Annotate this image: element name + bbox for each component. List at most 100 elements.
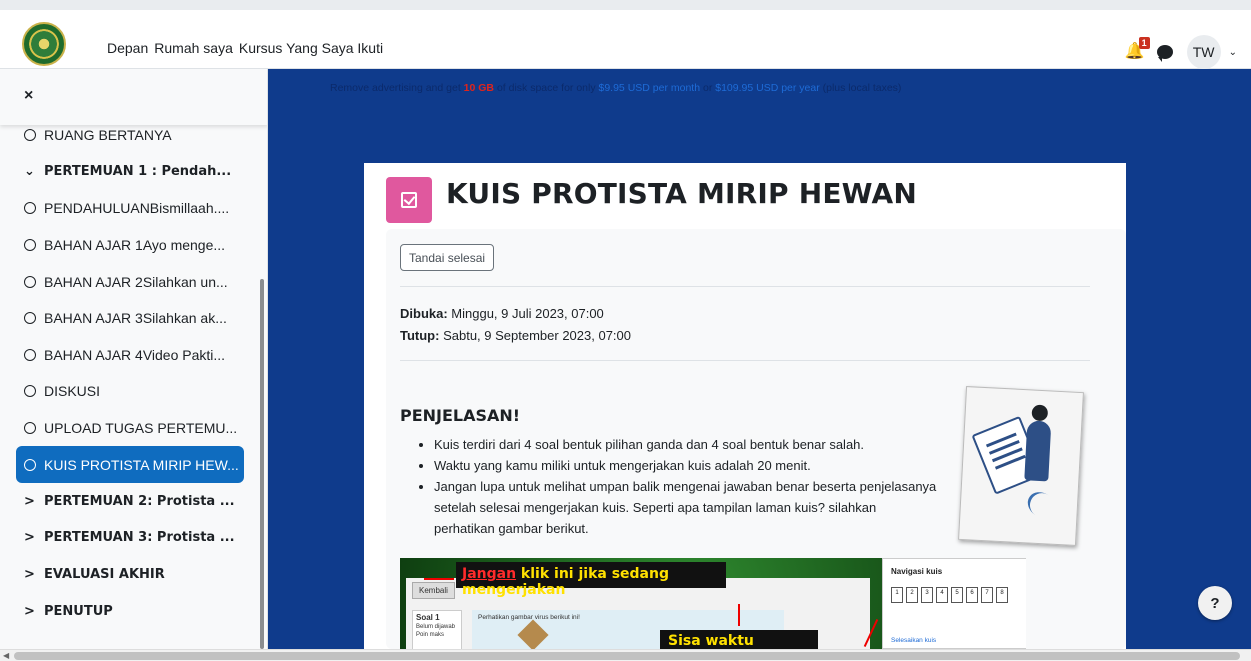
chevron-right-icon[interactable]: >: [24, 530, 36, 545]
quiz-activity-icon: [386, 177, 432, 223]
list-item: Kuis terdiri dari 4 soal bentuk pilihan …: [434, 434, 938, 455]
activity-circle-icon: [24, 239, 36, 252]
messages-chat-icon[interactable]: [1156, 45, 1173, 62]
example-nav-box: 1: [891, 587, 903, 603]
primary-navigation: Depan Rumah saya Kursus Yang Saya Ikuti: [107, 40, 383, 56]
activity-circle-icon: [24, 422, 36, 435]
example-nav-title: Navigasi kuis: [891, 567, 943, 576]
sidebar-item-label: PERTEMUAN 2: Protista ...: [44, 493, 235, 509]
example-finish-link: Selesaikan kuis: [891, 637, 937, 644]
sidebar-item-label: PENDAHULUANBismillaah....: [44, 200, 230, 217]
chevron-right-icon[interactable]: >: [24, 494, 36, 509]
sidebar-item-label: EVALUASI AKHIR: [44, 566, 165, 582]
explanation-heading: PENJELASAN!: [400, 406, 521, 425]
sidebar-item-label: PENUTUP: [44, 603, 113, 619]
activity-card: KUIS PROTISTA MIRIP HEWAN Tandai selesai…: [364, 163, 1126, 649]
sidebar-item-label: RUANG BERTANYA: [44, 127, 172, 144]
explanation-list: Kuis terdiri dari 4 soal bentuk pilihan …: [418, 434, 938, 539]
sidebar-item-bahan-ajar-2[interactable]: BAHAN AJAR 2Silahkan un...: [0, 263, 260, 300]
ad-text: (plus local taxes): [819, 82, 902, 94]
nav-link-rumah-saya[interactable]: Rumah saya: [154, 40, 233, 56]
example-nav-box: 6: [966, 587, 978, 603]
sidebar-item-kuis-protista-active[interactable]: KUIS PROTISTA MIRIP HEW...: [16, 446, 244, 483]
scroll-left-arrow-icon[interactable]: ◀: [3, 651, 9, 660]
sidebar-item-label: PERTEMUAN 3: Protista ...: [44, 530, 235, 546]
list-item: Jangan lupa untuk melihat umpan balik me…: [434, 476, 938, 539]
activity-circle-icon: [24, 129, 36, 142]
ad-text: of disk space for only: [494, 82, 599, 94]
ad-monthly-link[interactable]: $9.95 USD per month: [599, 82, 701, 94]
sidebar-item-bahan-ajar-1[interactable]: BAHAN AJAR 1Ayo menge...: [0, 227, 260, 264]
example-nav-box: 3: [921, 587, 933, 603]
example-nav-box: 8: [996, 587, 1008, 603]
example-back-button: Kembali: [412, 582, 455, 599]
horizontal-scrollbar[interactable]: ◀: [0, 649, 1251, 661]
nav-link-depan[interactable]: Depan: [107, 40, 148, 56]
sidebar-item-label: PERTEMUAN 1 : Pendah...: [44, 164, 232, 180]
sidebar-item-diskusi[interactable]: DISKUSI: [0, 373, 260, 410]
activity-circle-icon: [24, 458, 36, 471]
example-soal-title: Soal 1: [416, 613, 440, 622]
example-question-info: Soal 1 Belum dijawab Poin maks: [412, 610, 462, 649]
scrollbar-thumb[interactable]: [14, 652, 1240, 660]
closed-value: Sabtu, 9 September 2023, 07:00: [439, 328, 631, 343]
user-avatar[interactable]: TW: [1186, 35, 1221, 69]
divider: [400, 286, 1090, 287]
example-nav-box: 4: [936, 587, 948, 603]
example-warning-label: Jangan klik ini jika sedang mengerjakan: [456, 562, 726, 598]
opened-value: Minggu, 9 Juli 2023, 07:00: [447, 306, 604, 321]
sidebar-item-label: KUIS PROTISTA MIRIP HEW...: [44, 456, 239, 473]
red-arrow: [738, 604, 740, 626]
sidebar-section-pertemuan-2[interactable]: > PERTEMUAN 2: Protista ...: [0, 483, 260, 520]
example-warning-red: Jangan: [462, 566, 517, 582]
example-time-label: Sisa waktu pengerjaan: [660, 630, 818, 649]
ad-yearly-link[interactable]: $109.95 USD per year: [715, 82, 819, 94]
example-soal-points: Poin maks: [416, 632, 445, 638]
activity-dates: Dibuka: Minggu, 9 Juli 2023, 07:00 Tutup…: [400, 303, 631, 347]
sidebar-section-pertemuan-1[interactable]: ⌄ PERTEMUAN 1 : Pendah...: [0, 154, 260, 191]
closed-label: Tutup:: [400, 328, 440, 343]
ad-storage-highlight: 10 GB: [463, 82, 495, 94]
quiz-page-example-image: Kembali Jangan klik ini jika sedang meng…: [400, 558, 1026, 649]
notification-count-badge: 1: [1138, 37, 1150, 49]
course-index-drawer: × RUANG BERTANYA ⌄ PERTEMUAN 1 : Pendah..…: [0, 69, 268, 649]
page-title: KUIS PROTISTA MIRIP HEWAN: [446, 177, 918, 210]
example-nav-box: 2: [906, 587, 918, 603]
sidebar-item-pendahuluan[interactable]: PENDAHULUANBismillaah....: [0, 190, 260, 227]
help-question-button[interactable]: ?: [1198, 586, 1232, 620]
sidebar-item-bahan-ajar-3[interactable]: BAHAN AJAR 3Silahkan ak...: [0, 300, 260, 337]
site-logo[interactable]: [22, 22, 66, 66]
mark-done-button[interactable]: Tandai selesai: [400, 244, 495, 271]
example-nav-boxes: 1 2 3 4 5 6 7 8: [891, 587, 1021, 603]
red-arrow: [424, 578, 454, 580]
example-soal-status: Belum dijawab: [416, 624, 456, 630]
notification-bell-icon[interactable]: 🔔 1: [1125, 37, 1150, 61]
sidebar-item-label: UPLOAD TUGAS PERTEMU...: [44, 420, 238, 437]
chevron-right-icon[interactable]: >: [24, 567, 36, 582]
close-drawer-icon[interactable]: ×: [24, 87, 33, 105]
top-navbar: Depan Rumah saya Kursus Yang Saya Ikuti …: [0, 0, 1251, 69]
sidebar-section-pertemuan-3[interactable]: > PERTEMUAN 3: Protista ...: [0, 520, 260, 557]
advertising-banner: Remove advertising and get 10 GB of disk…: [330, 82, 901, 94]
activity-circle-icon: [24, 312, 36, 325]
example-nav-box: 5: [951, 587, 963, 603]
ad-text: Remove advertising and get: [330, 82, 464, 94]
divider: [400, 360, 1090, 361]
activity-circle-icon: [24, 385, 36, 398]
sidebar-section-evaluasi-akhir[interactable]: > EVALUASI AKHIR: [0, 556, 260, 593]
sidebar-item-bahan-ajar-4[interactable]: BAHAN AJAR 4Video Pakti...: [0, 337, 260, 374]
course-index-list: RUANG BERTANYA ⌄ PERTEMUAN 1 : Pendah... …: [0, 117, 260, 629]
user-menu-chevron-down-icon[interactable]: ⌄: [1229, 47, 1237, 58]
sidebar-section-penutup[interactable]: > PENUTUP: [0, 593, 260, 630]
ad-text: or: [700, 82, 716, 94]
sidebar-scrollbar[interactable]: [260, 279, 264, 649]
chevron-down-icon[interactable]: ⌄: [24, 164, 36, 179]
example-nav-box: 7: [981, 587, 993, 603]
sidebar-item-label: BAHAN AJAR 2Silahkan un...: [44, 273, 228, 290]
sidebar-item-label: BAHAN AJAR 4Video Pakti...: [44, 346, 226, 363]
drawer-header: ×: [0, 69, 267, 125]
sidebar-item-upload-tugas[interactable]: UPLOAD TUGAS PERTEMU...: [0, 410, 260, 447]
activity-circle-icon: [24, 275, 36, 288]
chevron-right-icon[interactable]: >: [24, 604, 36, 619]
nav-link-kursus[interactable]: Kursus Yang Saya Ikuti: [239, 40, 383, 56]
